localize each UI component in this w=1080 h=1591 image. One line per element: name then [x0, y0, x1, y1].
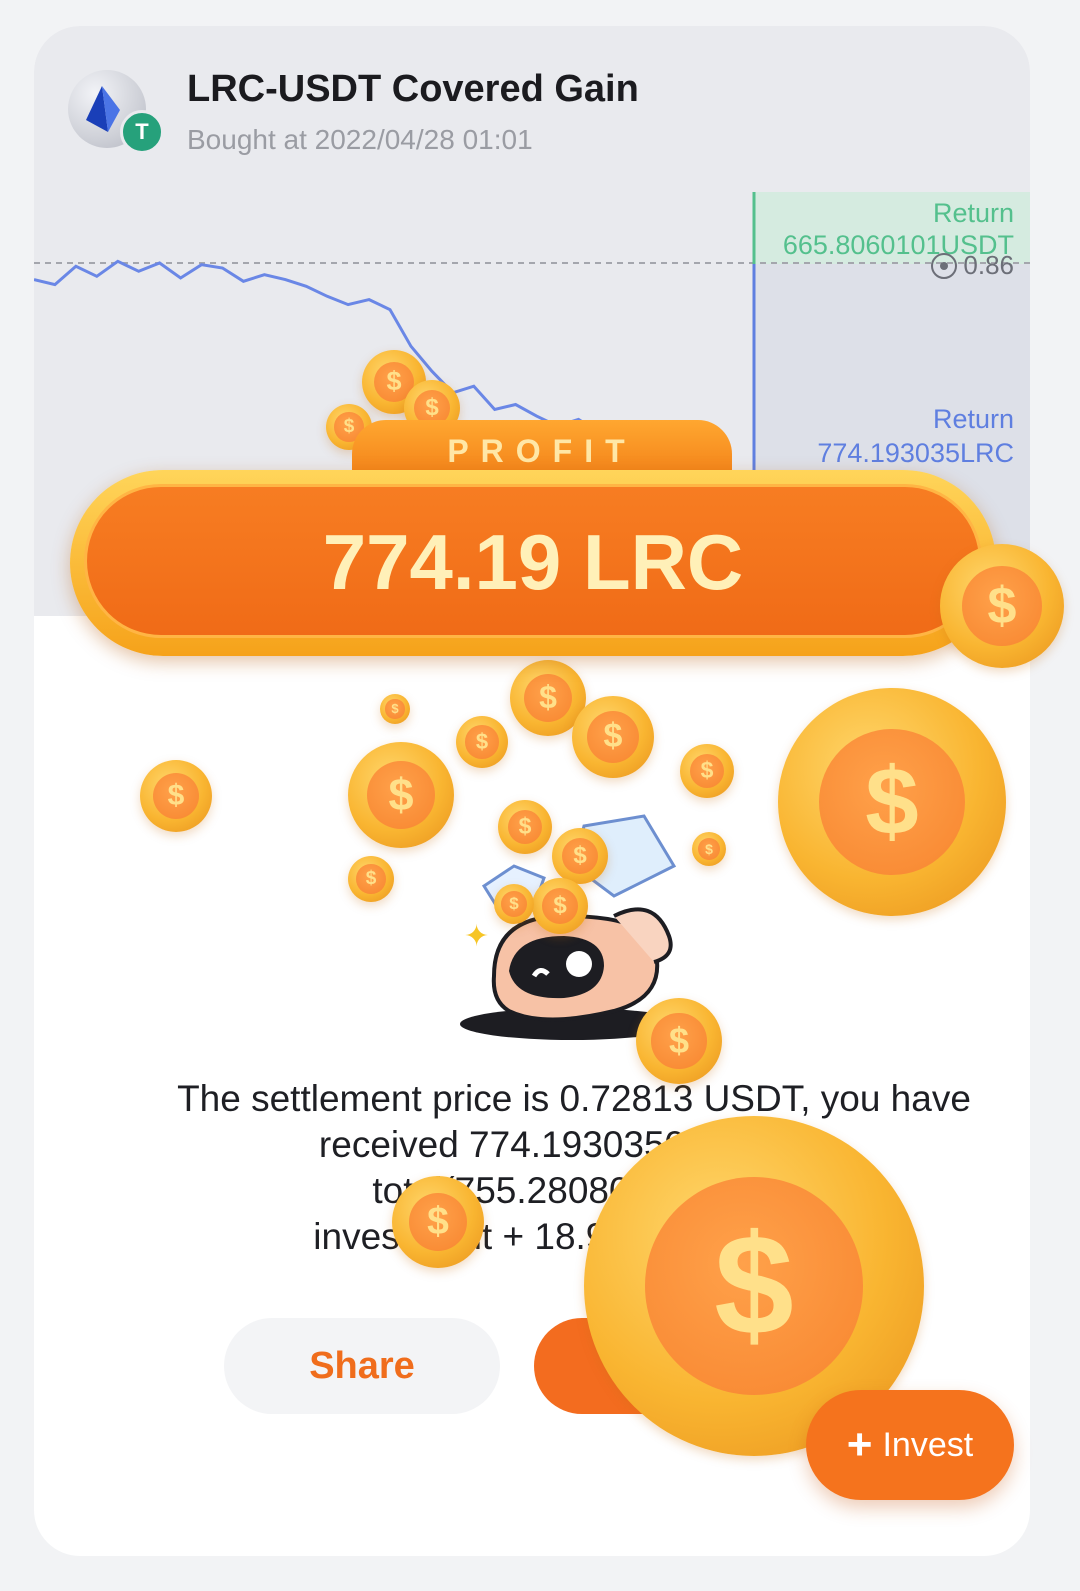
svg-text:✦: ✦: [464, 920, 489, 953]
coin-icon: $: [680, 744, 734, 798]
coin-icon: $: [348, 856, 394, 902]
share-button[interactable]: Share: [224, 1318, 500, 1414]
profit-amount: 774.19 LRC: [84, 484, 982, 638]
dollar-icon: $: [562, 838, 598, 874]
invest-button[interactable]: + Invest: [806, 1390, 1014, 1500]
dollar-icon: $: [408, 1192, 468, 1252]
dollar-icon: $: [819, 729, 965, 875]
coin-icon: $: [140, 760, 212, 832]
message-line: The settlement price is 0.72813 USDT, yo…: [177, 1078, 971, 1119]
coin-icon: $: [940, 544, 1064, 668]
return-lrc-value: 774.193035LRC: [817, 438, 1014, 468]
dollar-icon: $: [507, 809, 543, 845]
coin-icon: $: [572, 696, 654, 778]
message-line: received 774.19303500 LRC in: [318, 1124, 830, 1165]
dollar-icon: $: [542, 888, 578, 924]
coin-icon: $: [456, 716, 508, 768]
coin-icon: $: [498, 800, 552, 854]
dollar-icon: $: [645, 1177, 863, 1395]
coin-icon: $: [392, 1176, 484, 1268]
dollar-icon: $: [523, 673, 573, 723]
strike-price: 0.86: [963, 250, 1014, 280]
coin-icon: $: [348, 742, 454, 848]
coin-icon: $: [552, 828, 608, 884]
invest-label: Invest: [882, 1425, 974, 1464]
coin-icon: $: [494, 884, 534, 924]
dollar-icon: $: [651, 1013, 707, 1069]
coin-icon: $: [692, 832, 726, 866]
dollar-icon: $: [689, 753, 725, 789]
dollar-icon: $: [385, 699, 405, 719]
dollar-icon: $: [501, 891, 527, 917]
dollar-icon: $: [465, 725, 499, 759]
plus-icon: +: [846, 1420, 873, 1469]
dollar-icon: $: [586, 710, 640, 764]
strike-price-tag: 0.86: [931, 250, 1014, 281]
dollar-icon: $: [962, 566, 1042, 646]
coin-icon: $: [778, 688, 1006, 916]
dollar-icon: $: [698, 838, 720, 860]
coin-icon: $: [532, 878, 588, 934]
profit-banner: 774.19 LRC: [70, 470, 996, 656]
return-usdt-label: Return: [932, 198, 1014, 228]
dollar-icon: $: [367, 761, 435, 829]
coin-icon: $: [636, 998, 722, 1084]
return-lrc-label: Return: [932, 404, 1014, 434]
coin-icon: $: [380, 694, 410, 724]
dollar-icon: $: [152, 772, 200, 820]
target-icon: [931, 252, 958, 279]
dollar-icon: $: [356, 864, 386, 894]
